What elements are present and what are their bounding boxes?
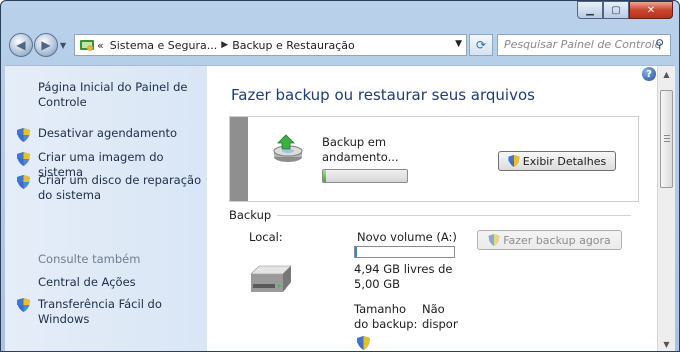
close-button[interactable]: ✕ xyxy=(629,1,673,19)
control-panel-icon xyxy=(80,40,94,51)
search-placeholder: Pesquisar Painel de Controle xyxy=(504,38,662,51)
view-details-label: Exibir Detalhes xyxy=(522,154,607,168)
backup-section-heading: Backup xyxy=(229,208,272,222)
search-input[interactable]: Pesquisar Painel de Controle ⚲ xyxy=(497,34,671,56)
uac-shield-icon xyxy=(17,152,30,166)
scroll-down-icon[interactable]: ▼ xyxy=(658,336,675,351)
backup-status-panel: Backup em andamento... Exibir Detalhes xyxy=(229,116,639,202)
backup-status-text: Backup em andamento... xyxy=(322,135,399,164)
scroll-grip xyxy=(664,135,670,136)
breadcrumb-separator-icon[interactable]: ▶ xyxy=(221,40,228,50)
uac-shield-icon xyxy=(357,336,370,350)
vertical-scrollbar[interactable]: ▲ ▼ xyxy=(657,65,675,351)
uac-shield-icon xyxy=(17,175,30,189)
hard-drive-icon xyxy=(250,265,292,292)
page-title: Fazer backup ou restaurar seus arquivos xyxy=(231,86,535,104)
maximize-button[interactable]: ▢ xyxy=(603,1,629,19)
minimize-button[interactable]: ▁ xyxy=(577,1,603,19)
volume-usage-fill xyxy=(355,247,357,257)
location-label: Local: xyxy=(249,230,283,244)
address-dropdown-icon[interactable]: ▼ xyxy=(455,39,462,49)
navigation-bar: ◀ ▶ ▼ « Sistema e Segura... ▶ Backup e R… xyxy=(9,31,671,59)
back-button[interactable]: ◀ xyxy=(9,33,33,57)
sidebar-item-criar-disco-reparacao[interactable]: Criar um disco de reparação do sistema xyxy=(38,173,206,203)
view-details-button[interactable]: Exibir Detalhes xyxy=(498,151,616,171)
sidebar-item-transferencia-facil[interactable]: Transferência Fácil do Windows xyxy=(38,297,188,327)
uac-shield-icon xyxy=(488,234,500,246)
volume-name: Novo volume (A:) xyxy=(357,230,457,244)
help-icon[interactable]: ? xyxy=(642,67,656,81)
sidebar-item-desativar-agendamento[interactable]: Desativar agendamento xyxy=(38,126,177,141)
section-divider xyxy=(277,215,631,216)
backup-in-progress-icon xyxy=(273,134,303,162)
breadcrumb-overflow[interactable]: « xyxy=(97,39,104,52)
breadcrumb-sistema[interactable]: Sistema e Segura... xyxy=(110,39,218,52)
uac-shield-icon xyxy=(508,155,520,167)
main-content: Fazer backup ou restaurar seus arquivos … xyxy=(207,65,657,351)
task-pane: Página Inicial do Painel de Controle Des… xyxy=(5,65,207,351)
see-also-heading: Consulte também xyxy=(38,252,141,266)
backup-progress-bar xyxy=(322,169,408,183)
refresh-button[interactable]: ⟳ xyxy=(469,34,493,56)
backup-progress-fill xyxy=(323,170,326,182)
search-icon[interactable]: ⚲ xyxy=(655,37,664,51)
backup-size-value: Não disponível xyxy=(422,302,458,331)
backup-now-button[interactable]: Fazer backup agora xyxy=(477,230,622,250)
breadcrumb-backup[interactable]: Backup e Restauração xyxy=(232,39,355,52)
free-space-text: 4,94 GB livres de 5,00 GB xyxy=(354,262,453,291)
control-panel-window: ▁ ▢ ✕ ◀ ▶ ▼ « Sistema e Segura... ▶ Back… xyxy=(0,0,680,352)
status-strip xyxy=(230,117,248,201)
window-caption-buttons: ▁ ▢ ✕ xyxy=(577,1,673,19)
recent-pages-dropdown[interactable]: ▼ xyxy=(60,41,70,50)
uac-shield-icon xyxy=(17,128,30,142)
forward-button[interactable]: ▶ xyxy=(34,33,58,57)
backup-size-label: Tamanho do backup: xyxy=(354,302,418,331)
scroll-up-icon[interactable]: ▲ xyxy=(658,66,675,83)
address-bar[interactable]: « Sistema e Segura... ▶ Backup e Restaur… xyxy=(74,34,467,56)
uac-shield-icon xyxy=(17,298,30,312)
sidebar-item-central-acoes[interactable]: Central de Ações xyxy=(38,275,136,290)
backup-now-label: Fazer backup agora xyxy=(503,233,611,247)
sidebar-home-link[interactable]: Página Inicial do Painel de Controle xyxy=(38,80,198,110)
volume-usage-bar xyxy=(354,246,455,258)
scroll-thumb[interactable] xyxy=(660,90,673,188)
